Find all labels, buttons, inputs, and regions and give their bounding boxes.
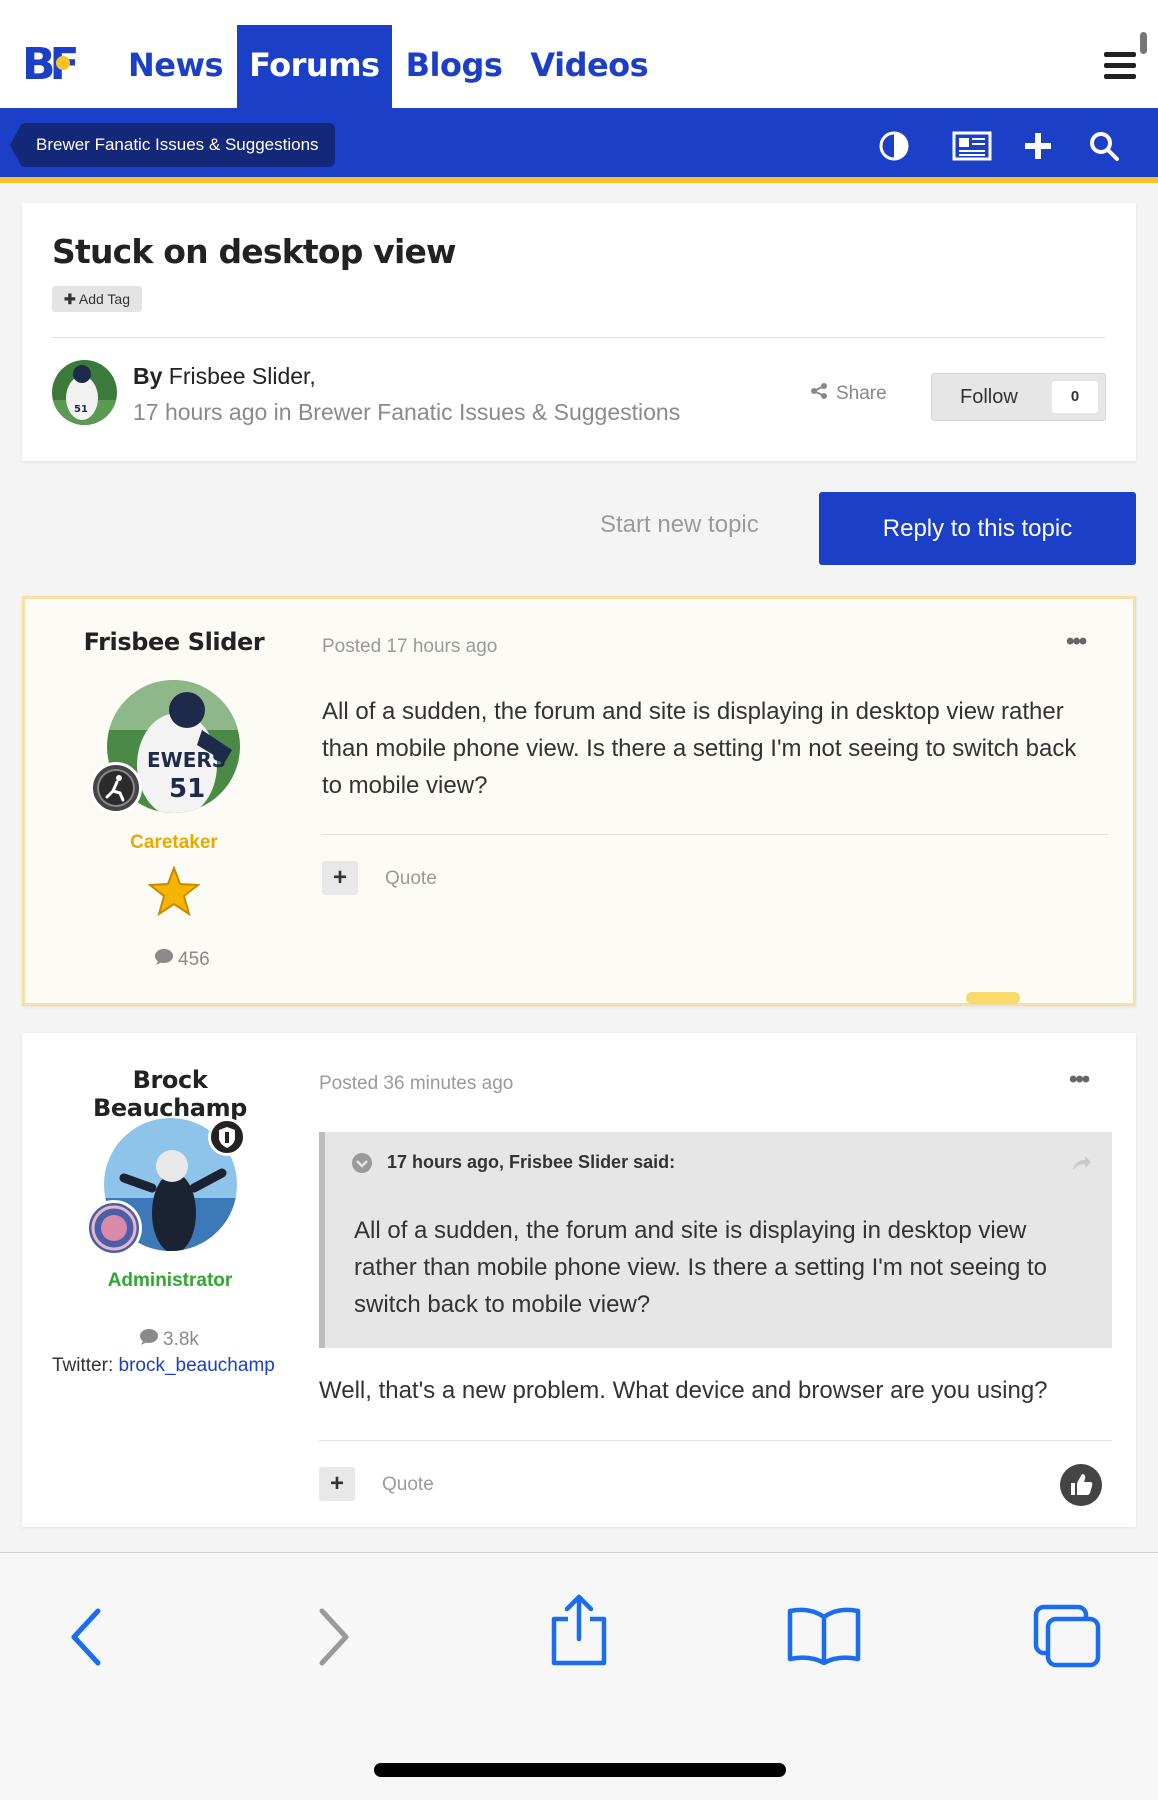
scroll-marker bbox=[966, 992, 1020, 1004]
svg-text:51: 51 bbox=[169, 774, 205, 804]
nav-forums[interactable]: Forums bbox=[237, 25, 392, 108]
plus-icon: ✚ bbox=[64, 291, 76, 307]
main-nav: News Forums Blogs Videos bbox=[114, 25, 662, 108]
twitter-label: Twitter: bbox=[52, 1355, 114, 1376]
post-author[interactable]: Brock Beauchamp bbox=[52, 1066, 288, 1122]
multiquote-button[interactable]: + bbox=[322, 861, 358, 895]
post-count-value: 456 bbox=[178, 949, 210, 970]
share-icon[interactable] bbox=[548, 1593, 610, 1672]
post-author[interactable]: Frisbee Slider bbox=[60, 628, 288, 656]
home-indicator bbox=[374, 1763, 786, 1777]
post-count: 3.8k bbox=[139, 1328, 199, 1352]
post-count: 456 bbox=[154, 948, 210, 972]
back-icon[interactable] bbox=[66, 1607, 106, 1672]
divider bbox=[319, 1440, 1112, 1441]
more-options-icon[interactable]: ••• bbox=[1066, 628, 1087, 656]
nav-blogs[interactable]: Blogs bbox=[392, 25, 517, 108]
author-avatar[interactable]: 51 bbox=[52, 360, 117, 425]
breadcrumb[interactable]: Brewer Fanatic Issues & Suggestions bbox=[10, 123, 335, 167]
add-tag-label: Add Tag bbox=[78, 291, 130, 307]
post-date: Posted 17 hours ago bbox=[322, 636, 498, 657]
browser-toolbar bbox=[0, 1552, 1158, 1800]
menu-icon[interactable] bbox=[1104, 52, 1136, 79]
post-date: Posted 36 minutes ago bbox=[319, 1073, 514, 1094]
newspaper-icon[interactable] bbox=[952, 126, 992, 166]
by-prefix: By bbox=[133, 363, 163, 389]
page-title: Stuck on desktop view bbox=[52, 232, 457, 271]
site-logo[interactable]: BF bbox=[22, 43, 96, 87]
scroll-indicator bbox=[1140, 32, 1147, 54]
twitter-handle-link[interactable]: brock_beauchamp bbox=[119, 1355, 275, 1376]
plus-icon[interactable] bbox=[1018, 126, 1058, 166]
comment-icon bbox=[139, 1328, 159, 1352]
quote-link[interactable]: Quote bbox=[382, 1474, 434, 1496]
start-new-topic-link[interactable]: Start new topic bbox=[600, 511, 759, 539]
reply-button[interactable]: Reply to this topic bbox=[819, 492, 1136, 565]
bookmarks-icon[interactable] bbox=[786, 1605, 862, 1670]
shield-icon bbox=[208, 1118, 246, 1156]
follow-label: Follow bbox=[960, 386, 1018, 408]
search-icon[interactable] bbox=[1084, 126, 1124, 166]
quote-citation: 17 hours ago, Frisbee Slider said: bbox=[387, 1152, 676, 1172]
comment-icon bbox=[154, 948, 174, 972]
nav-news[interactable]: News bbox=[114, 25, 237, 108]
quote-block: 17 hours ago, Frisbee Slider said: All o… bbox=[319, 1132, 1112, 1348]
follow-count: 0 bbox=[1052, 381, 1098, 413]
topic-author[interactable]: Frisbee Slider, bbox=[169, 363, 316, 389]
add-tag-button[interactable]: ✚ Add Tag bbox=[52, 286, 142, 312]
forum-bar: Brewer Fanatic Issues & Suggestions bbox=[0, 108, 1158, 183]
tabs-icon[interactable] bbox=[1032, 1603, 1102, 1674]
collapse-icon[interactable] bbox=[351, 1152, 373, 1179]
top-nav: BF News Forums Blogs Videos bbox=[0, 0, 1158, 108]
svg-text:51: 51 bbox=[74, 404, 88, 415]
twitter-field: Twitter: brock_beauchamp bbox=[52, 1355, 275, 1377]
logo-dot bbox=[56, 56, 70, 70]
svg-text:EWERS: EWERS bbox=[147, 748, 226, 772]
jump-to-post-icon[interactable] bbox=[1071, 1154, 1093, 1177]
quote-body: All of a sudden, the forum and site is d… bbox=[354, 1217, 1047, 1318]
topic-author-line: By Frisbee Slider, bbox=[133, 363, 316, 390]
topic-meta: 17 hours ago in Brewer Fanatic Issues & … bbox=[133, 399, 681, 425]
rank-badge-icon bbox=[90, 762, 142, 814]
post-body: Well, that's a new problem. What device … bbox=[319, 1377, 1048, 1404]
forward-icon[interactable] bbox=[314, 1607, 354, 1672]
more-options-icon[interactable]: ••• bbox=[1069, 1066, 1090, 1094]
group-label: Administrator bbox=[107, 1270, 233, 1291]
multiquote-button[interactable]: + bbox=[319, 1467, 355, 1501]
divider bbox=[52, 337, 1106, 338]
star-icon bbox=[147, 865, 201, 921]
like-icon[interactable] bbox=[1059, 1463, 1103, 1512]
share-label: Share bbox=[836, 383, 887, 404]
share-icon bbox=[810, 382, 828, 406]
quote-link[interactable]: Quote bbox=[385, 868, 437, 890]
follow-button[interactable]: Follow 0 bbox=[931, 373, 1106, 421]
group-label: Caretaker bbox=[130, 832, 218, 853]
share-button[interactable]: Share bbox=[810, 382, 887, 406]
divider bbox=[322, 834, 1108, 835]
post-count-value: 3.8k bbox=[163, 1329, 199, 1350]
rank-badge-icon bbox=[86, 1200, 142, 1256]
nav-videos[interactable]: Videos bbox=[516, 25, 662, 108]
contrast-icon[interactable] bbox=[874, 126, 914, 166]
post-body: All of a sudden, the forum and site is d… bbox=[322, 698, 1077, 799]
